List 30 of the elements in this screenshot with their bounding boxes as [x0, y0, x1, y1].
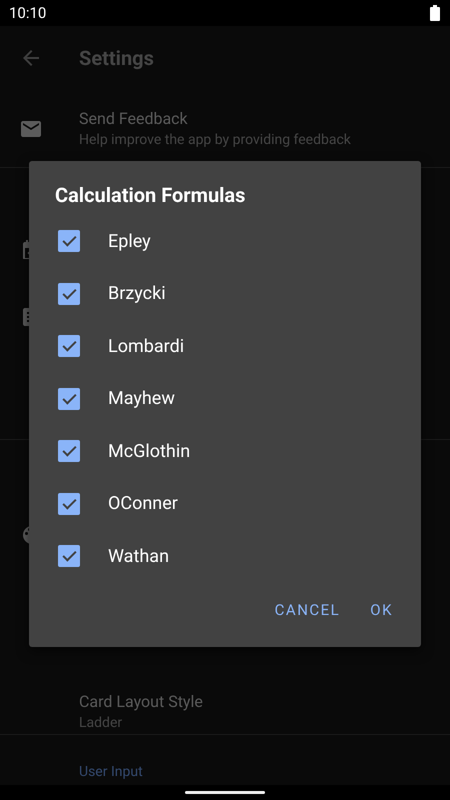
cancel-button[interactable]: CANCEL	[262, 590, 352, 628]
item-title: Send Feedback	[79, 108, 189, 130]
option-label: Mayhew	[108, 388, 175, 410]
ok-button[interactable]: OK	[358, 590, 405, 628]
option-label: OConner	[108, 493, 178, 514]
document-icon	[20, 307, 29, 326]
option-label: Lombardi	[108, 336, 184, 357]
clock-time: 10:10	[9, 4, 46, 22]
palette-icon	[20, 525, 29, 544]
settings-item[interactable]: Card Layout Style Ladder	[0, 673, 450, 751]
option-label: Epley	[108, 230, 151, 252]
checkbox[interactable]	[58, 282, 80, 305]
dialog-title: Calculation Formulas	[54, 182, 246, 209]
checkbox[interactable]	[58, 440, 80, 462]
option-label: McGlothin	[108, 440, 190, 462]
item-title: Card Layout Style	[79, 691, 203, 713]
settings-item[interactable]: Send Feedback Help improve the app by providing feedback	[0, 90, 450, 168]
home-handle[interactable]	[185, 791, 265, 794]
option-label: Brzycki	[108, 283, 166, 304]
battery-icon	[430, 5, 440, 21]
screen-title: Settings	[79, 46, 154, 70]
checkbox[interactable]	[58, 230, 80, 252]
item-summary: Help improve the app by providing feedback	[79, 131, 351, 150]
item-summary: Ladder	[79, 714, 124, 733]
checkbox[interactable]	[58, 545, 80, 568]
checkbox[interactable]	[58, 492, 80, 515]
section-header: User Input	[79, 764, 143, 780]
checkbox[interactable]	[58, 335, 80, 358]
checkbox[interactable]	[58, 388, 80, 410]
option-label: Wathan	[108, 546, 170, 567]
